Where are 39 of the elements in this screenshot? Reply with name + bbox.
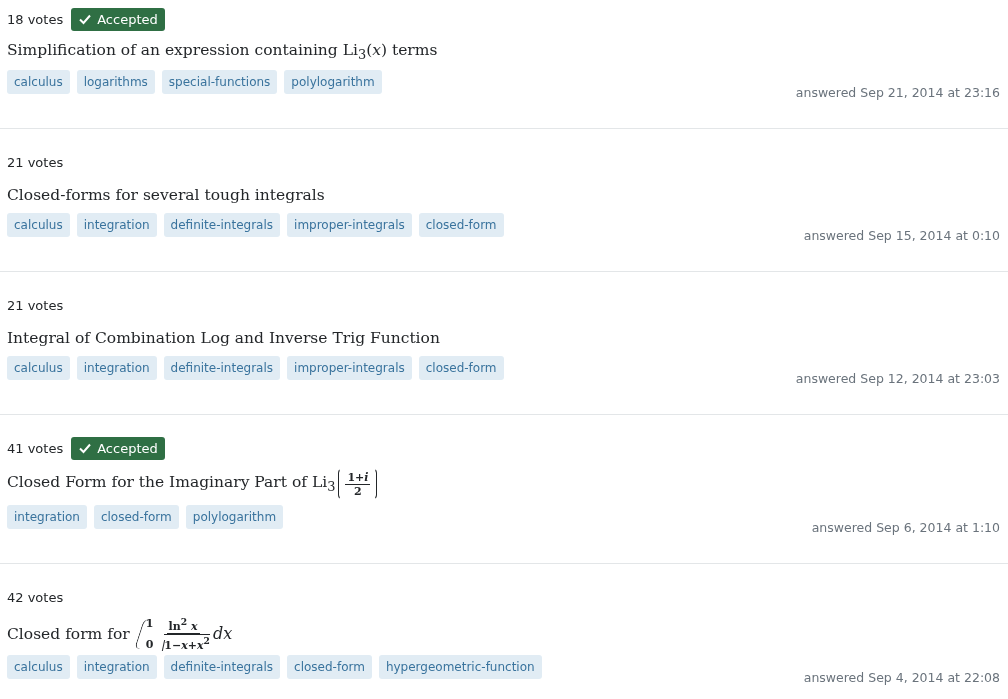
tag-link[interactable]: closed-form: [418, 356, 504, 380]
tag-link[interactable]: improper-integrals: [287, 213, 412, 237]
accepted-badge: Accepted: [71, 7, 165, 31]
question-title-link[interactable]: Closed-forms for several tough integrals: [7, 181, 1000, 209]
tag-link[interactable]: improper-integrals: [287, 356, 412, 380]
answered-date: answered Sep 12, 2014 at 23:03: [795, 371, 1000, 386]
question-title-link[interactable]: Integral of Combination Log and Inverse Trig Function: [7, 324, 1000, 352]
vote-count: 41 votes: [7, 440, 64, 456]
tag-link[interactable]: polylogarithm: [185, 505, 284, 529]
tag-link[interactable]: integration: [76, 655, 157, 680]
tag-link[interactable]: logarithms: [76, 70, 155, 94]
vote-count: 18 votes: [7, 11, 64, 27]
tag-link[interactable]: integration: [76, 356, 157, 380]
tag-link[interactable]: special-functions: [161, 70, 278, 94]
tag-link[interactable]: calculus: [7, 655, 70, 680]
tag-link[interactable]: calculus: [7, 356, 70, 380]
question-title-link[interactable]: Simplification of an expression containing Li$_{3}$(x) terms: [7, 38, 1000, 66]
answered-date: answered Sep 6, 2014 at 1:10: [811, 520, 1000, 535]
tag-link[interactable]: closed-form: [418, 213, 504, 237]
answered-date: answered Sep 15, 2014 at 0:10: [803, 228, 1000, 243]
tag-link[interactable]: integration: [7, 505, 87, 529]
tag-link[interactable]: definite-integrals: [163, 213, 281, 237]
tag-link[interactable]: definite-integrals: [163, 356, 281, 380]
tag-link[interactable]: calculus: [7, 213, 70, 237]
accepted-badge: Accepted: [71, 436, 165, 460]
vote-count: 42 votes: [7, 589, 64, 605]
tag-link[interactable]: calculus: [7, 70, 70, 94]
tag-link[interactable]: polylogarithm: [284, 70, 382, 94]
question-title-link[interactable]: Closed form for 1 0 ln$^{2}$ x 1−x+x$^{2}$ dx: [7, 616, 1000, 652]
vote-count: 21 votes: [7, 154, 64, 170]
question-title-link[interactable]: Closed Form for the Imaginary Part of Li$_{3}$ 1+i 2: [7, 467, 1000, 501]
tag-link[interactable]: integration: [76, 213, 157, 237]
answered-date: answered Sep 21, 2014 at 23:16: [795, 85, 1000, 100]
tag-link[interactable]: definite-integrals: [163, 655, 281, 680]
tag-link[interactable]: hypergeometric-function: [378, 655, 542, 680]
answered-date: answered Sep 4, 2014 at 22:08: [803, 670, 1000, 686]
tag-link[interactable]: closed-form: [287, 655, 372, 680]
tag-link[interactable]: closed-form: [93, 505, 179, 529]
vote-count: 21 votes: [7, 297, 64, 313]
